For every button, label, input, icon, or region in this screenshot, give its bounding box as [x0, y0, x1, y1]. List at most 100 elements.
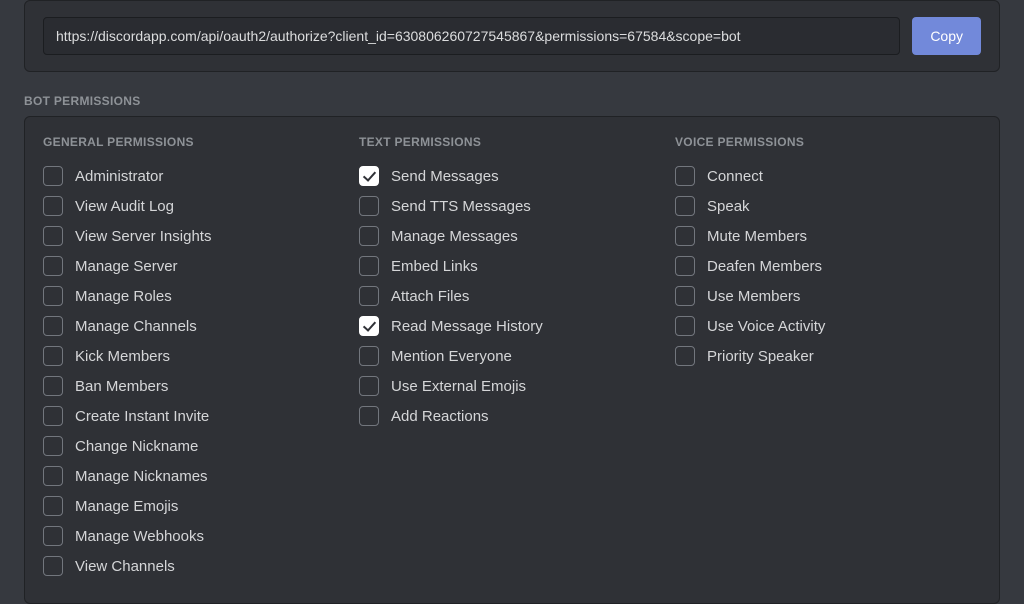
- checkbox-manage-channels[interactable]: [43, 316, 63, 336]
- text-permissions-column: TEXT PERMISSIONS Send Messages Send TTS M…: [359, 135, 665, 581]
- checkbox-administrator[interactable]: [43, 166, 63, 186]
- permission-view-server-insights[interactable]: View Server Insights: [43, 221, 349, 251]
- permission-label: View Channels: [75, 558, 175, 575]
- permission-label: Add Reactions: [391, 408, 489, 425]
- checkbox-add-reactions[interactable]: [359, 406, 379, 426]
- permission-label: Read Message History: [391, 318, 543, 335]
- checkbox-mute-members[interactable]: [675, 226, 695, 246]
- permission-label: Deafen Members: [707, 258, 822, 275]
- permission-connect[interactable]: Connect: [675, 161, 981, 191]
- permission-embed-links[interactable]: Embed Links: [359, 251, 665, 281]
- permission-manage-nicknames[interactable]: Manage Nicknames: [43, 461, 349, 491]
- permission-create-instant-invite[interactable]: Create Instant Invite: [43, 401, 349, 431]
- permission-label: Kick Members: [75, 348, 170, 365]
- permission-label: Manage Channels: [75, 318, 197, 335]
- permission-label: Speak: [707, 198, 750, 215]
- checkbox-priority-speaker[interactable]: [675, 346, 695, 366]
- checkbox-view-server-insights[interactable]: [43, 226, 63, 246]
- checkbox-read-message-history[interactable]: [359, 316, 379, 336]
- oauth-url-row: Copy: [43, 17, 981, 55]
- permission-manage-roles[interactable]: Manage Roles: [43, 281, 349, 311]
- permission-priority-speaker[interactable]: Priority Speaker: [675, 341, 981, 371]
- checkbox-deafen-members[interactable]: [675, 256, 695, 276]
- permission-send-messages[interactable]: Send Messages: [359, 161, 665, 191]
- permission-label: Manage Webhooks: [75, 528, 204, 545]
- permission-read-message-history[interactable]: Read Message History: [359, 311, 665, 341]
- permission-label: Ban Members: [75, 378, 168, 395]
- checkbox-manage-server[interactable]: [43, 256, 63, 276]
- checkbox-manage-emojis[interactable]: [43, 496, 63, 516]
- permission-label: Mute Members: [707, 228, 807, 245]
- checkbox-manage-nicknames[interactable]: [43, 466, 63, 486]
- permission-label: Change Nickname: [75, 438, 198, 455]
- checkbox-change-nickname[interactable]: [43, 436, 63, 456]
- permission-label: Use Members: [707, 288, 800, 305]
- text-permissions-title: TEXT PERMISSIONS: [359, 135, 665, 149]
- permission-use-voice-activity[interactable]: Use Voice Activity: [675, 311, 981, 341]
- checkbox-speak[interactable]: [675, 196, 695, 216]
- permission-send-tts-messages[interactable]: Send TTS Messages: [359, 191, 665, 221]
- oauth-url-input[interactable]: [43, 17, 900, 55]
- voice-permissions-column: VOICE PERMISSIONS Connect Speak Mute Membe…: [675, 135, 981, 581]
- permission-add-reactions[interactable]: Add Reactions: [359, 401, 665, 431]
- permission-label: Send TTS Messages: [391, 198, 531, 215]
- permission-label: Embed Links: [391, 258, 478, 275]
- permission-manage-messages[interactable]: Manage Messages: [359, 221, 665, 251]
- checkbox-send-tts-messages[interactable]: [359, 196, 379, 216]
- checkbox-attach-files[interactable]: [359, 286, 379, 306]
- bot-permissions-heading: BOT PERMISSIONS: [24, 94, 1000, 108]
- permission-label: Manage Emojis: [75, 498, 178, 515]
- checkbox-manage-messages[interactable]: [359, 226, 379, 246]
- checkbox-use-voice-activity[interactable]: [675, 316, 695, 336]
- permission-label: Manage Messages: [391, 228, 518, 245]
- checkbox-use-members[interactable]: [675, 286, 695, 306]
- permission-manage-emojis[interactable]: Manage Emojis: [43, 491, 349, 521]
- permission-deafen-members[interactable]: Deafen Members: [675, 251, 981, 281]
- permission-label: Manage Server: [75, 258, 178, 275]
- permission-mention-everyone[interactable]: Mention Everyone: [359, 341, 665, 371]
- permission-label: Mention Everyone: [391, 348, 512, 365]
- permission-manage-channels[interactable]: Manage Channels: [43, 311, 349, 341]
- permission-label: View Audit Log: [75, 198, 174, 215]
- permission-label: Manage Roles: [75, 288, 172, 305]
- permission-label: Connect: [707, 168, 763, 185]
- permission-label: Attach Files: [391, 288, 469, 305]
- checkbox-connect[interactable]: [675, 166, 695, 186]
- permission-use-external-emojis[interactable]: Use External Emojis: [359, 371, 665, 401]
- checkbox-kick-members[interactable]: [43, 346, 63, 366]
- general-permissions-title: GENERAL PERMISSIONS: [43, 135, 349, 149]
- permission-label: Priority Speaker: [707, 348, 814, 365]
- permission-speak[interactable]: Speak: [675, 191, 981, 221]
- checkbox-create-instant-invite[interactable]: [43, 406, 63, 426]
- checkbox-send-messages[interactable]: [359, 166, 379, 186]
- permission-label: Send Messages: [391, 168, 499, 185]
- checkbox-manage-roles[interactable]: [43, 286, 63, 306]
- bot-permissions-card: GENERAL PERMISSIONS Administrator View Au…: [24, 116, 1000, 604]
- permission-manage-server[interactable]: Manage Server: [43, 251, 349, 281]
- permission-change-nickname[interactable]: Change Nickname: [43, 431, 349, 461]
- checkbox-embed-links[interactable]: [359, 256, 379, 276]
- permission-view-audit-log[interactable]: View Audit Log: [43, 191, 349, 221]
- checkbox-manage-webhooks[interactable]: [43, 526, 63, 546]
- permission-label: Administrator: [75, 168, 163, 185]
- permission-label: Use Voice Activity: [707, 318, 825, 335]
- checkbox-use-external-emojis[interactable]: [359, 376, 379, 396]
- permission-label: Create Instant Invite: [75, 408, 209, 425]
- copy-button[interactable]: Copy: [912, 17, 981, 55]
- permission-use-members[interactable]: Use Members: [675, 281, 981, 311]
- permission-label: Manage Nicknames: [75, 468, 208, 485]
- permission-label: View Server Insights: [75, 228, 211, 245]
- checkbox-view-channels[interactable]: [43, 556, 63, 576]
- permissions-grid: GENERAL PERMISSIONS Administrator View Au…: [43, 135, 981, 581]
- permission-kick-members[interactable]: Kick Members: [43, 341, 349, 371]
- permission-administrator[interactable]: Administrator: [43, 161, 349, 191]
- checkbox-mention-everyone[interactable]: [359, 346, 379, 366]
- checkbox-ban-members[interactable]: [43, 376, 63, 396]
- permission-ban-members[interactable]: Ban Members: [43, 371, 349, 401]
- voice-permissions-title: VOICE PERMISSIONS: [675, 135, 981, 149]
- permission-attach-files[interactable]: Attach Files: [359, 281, 665, 311]
- permission-view-channels[interactable]: View Channels: [43, 551, 349, 581]
- checkbox-view-audit-log[interactable]: [43, 196, 63, 216]
- permission-mute-members[interactable]: Mute Members: [675, 221, 981, 251]
- permission-manage-webhooks[interactable]: Manage Webhooks: [43, 521, 349, 551]
